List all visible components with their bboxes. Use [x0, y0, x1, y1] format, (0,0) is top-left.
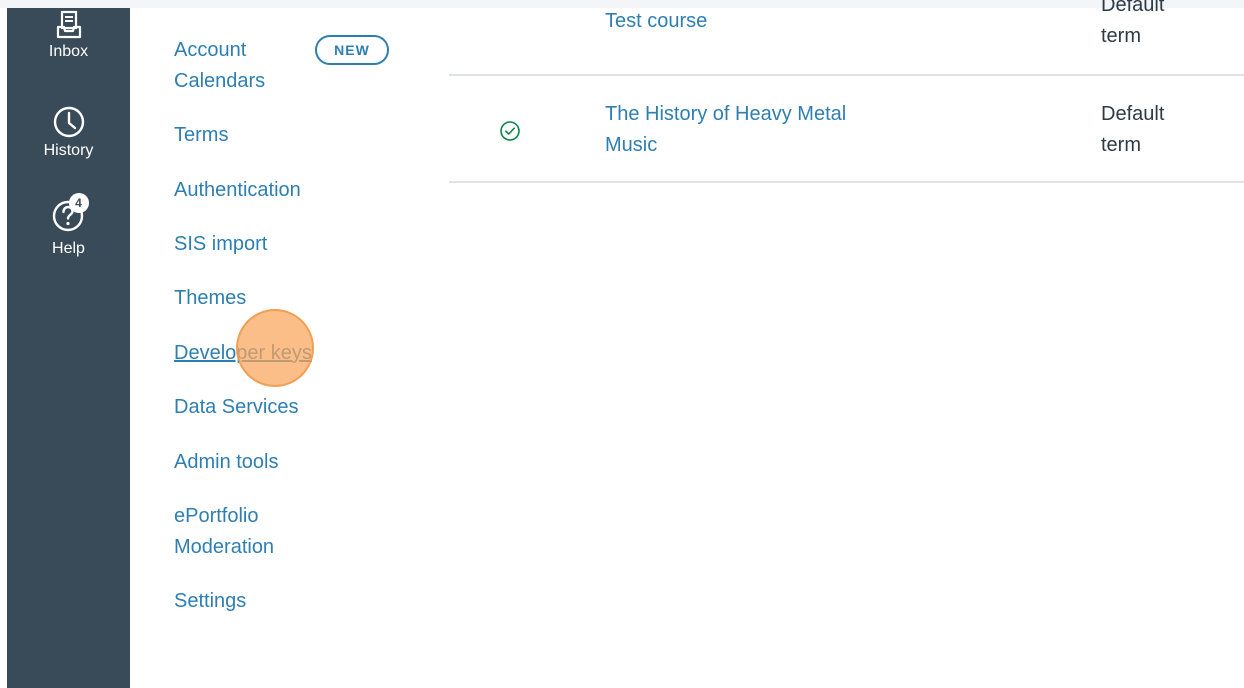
course-term: Default term	[1101, 99, 1164, 161]
row-divider	[449, 74, 1244, 76]
click-indicator	[236, 309, 314, 387]
course-term-line2: term	[1101, 25, 1141, 47]
nav-link-account-calendars-line2: Calendars	[174, 70, 266, 92]
course-link-test-course[interactable]: Test course	[605, 6, 707, 37]
course-term-line1: Default	[1101, 0, 1165, 16]
course-name-line2: Music	[605, 134, 658, 156]
nav-link-eportfolio-line1: ePortfolio	[174, 505, 259, 527]
nav-link-admin-tools[interactable]: Admin tools	[174, 447, 279, 478]
course-term-line1: Default	[1101, 103, 1165, 125]
global-nav-help-label: Help	[52, 240, 85, 257]
global-nav-history[interactable]: History	[7, 105, 130, 161]
new-badge: NEW	[315, 35, 389, 65]
global-navigation: Inbox History 4 Help	[7, 8, 130, 688]
global-nav-inbox[interactable]: Inbox	[7, 10, 130, 62]
nav-link-account-calendars-line1: Account	[174, 39, 247, 61]
help-notification-badge: 4	[68, 193, 89, 213]
inbox-icon	[56, 10, 81, 39]
published-check-icon	[500, 121, 520, 141]
course-term: Default term	[1101, 0, 1164, 52]
clock-icon	[53, 106, 84, 138]
nav-link-authentication[interactable]: Authentication	[174, 175, 301, 206]
nav-link-eportfolio-moderation[interactable]: ePortfolio Moderation	[174, 501, 274, 563]
global-nav-help[interactable]: 4 Help	[7, 193, 130, 259]
nav-link-data-services[interactable]: Data Services	[174, 392, 299, 423]
nav-link-eportfolio-line2: Moderation	[174, 536, 275, 558]
global-nav-inbox-label: Inbox	[48, 43, 89, 60]
nav-link-terms[interactable]: Terms	[174, 120, 228, 151]
course-term-line2: term	[1101, 134, 1141, 156]
nav-link-sis-import[interactable]: SIS import	[174, 229, 267, 260]
nav-link-themes[interactable]: Themes	[174, 283, 246, 314]
row-divider	[449, 181, 1244, 183]
global-nav-history-label: History	[43, 142, 94, 159]
nav-link-settings[interactable]: Settings	[174, 586, 246, 617]
course-name-line1: The History of Heavy Metal	[605, 103, 847, 125]
nav-link-account-calendars[interactable]: Account Calendars	[174, 35, 265, 97]
course-table: Test course Default term The History of …	[449, 0, 1244, 190]
course-link-history-heavy-metal[interactable]: The History of Heavy Metal Music	[605, 99, 846, 161]
